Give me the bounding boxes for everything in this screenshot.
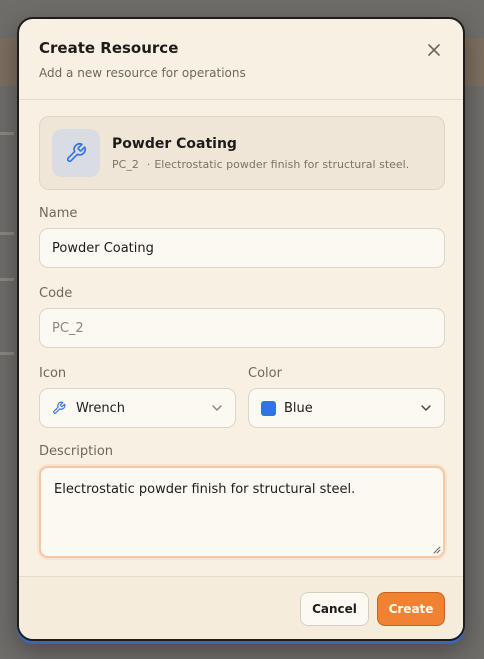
name-value: Powder Coating: [52, 240, 154, 256]
color-select[interactable]: Blue: [248, 388, 445, 428]
icon-select[interactable]: Wrench: [39, 388, 236, 428]
code-input[interactable]: PC_2: [39, 308, 445, 348]
dialog-title: Create Resource: [39, 39, 179, 57]
backdrop-mark: [0, 278, 14, 281]
wrench-icon: [53, 401, 66, 414]
backdrop-mark: [0, 232, 14, 235]
wrench-icon: [66, 143, 86, 163]
name-label: Name: [39, 206, 78, 221]
icon-label: Icon: [39, 366, 67, 381]
preview-icon-tile: [52, 129, 100, 177]
backdrop-mark: [0, 352, 14, 355]
close-icon: [428, 44, 440, 56]
close-button[interactable]: [425, 41, 443, 59]
description-value: Electrostatic powder finish for structur…: [54, 482, 356, 497]
preview-code: PC_2: [112, 158, 139, 171]
dialog-header: Create Resource Add a new resource for o…: [19, 19, 463, 100]
preview-separator: ·: [146, 158, 151, 171]
preview-name: Powder Coating: [112, 136, 237, 152]
dialog-subtitle: Add a new resource for operations: [39, 66, 246, 80]
cancel-button[interactable]: Cancel: [300, 592, 369, 626]
resource-preview-card: Powder Coating PC_2 · Electrostatic powder…: [39, 116, 445, 190]
chevron-down-icon: [212, 405, 222, 411]
code-label: Code: [39, 286, 73, 301]
icon-select-value: Wrench: [76, 400, 125, 416]
description-label: Description: [39, 444, 114, 459]
color-label: Color: [248, 366, 282, 381]
preview-meta: PC_2 · Electrostatic powder finish for str…: [112, 158, 409, 171]
preview-description: Electrostatic powder finish for structur…: [154, 158, 410, 171]
color-swatch: [261, 400, 276, 416]
description-textarea[interactable]: Electrostatic powder finish for structur…: [39, 466, 445, 558]
create-button[interactable]: Create: [377, 592, 445, 626]
name-input[interactable]: Powder Coating: [39, 228, 445, 268]
code-value: PC_2: [52, 320, 84, 336]
resize-grip-icon[interactable]: [433, 546, 441, 554]
create-resource-dialog: Create Resource Add a new resource for o…: [17, 17, 465, 641]
backdrop-mark: [0, 132, 14, 135]
chevron-down-icon: [421, 405, 431, 411]
dialog-footer: Cancel Create: [19, 576, 463, 639]
color-select-value: Blue: [284, 400, 313, 416]
